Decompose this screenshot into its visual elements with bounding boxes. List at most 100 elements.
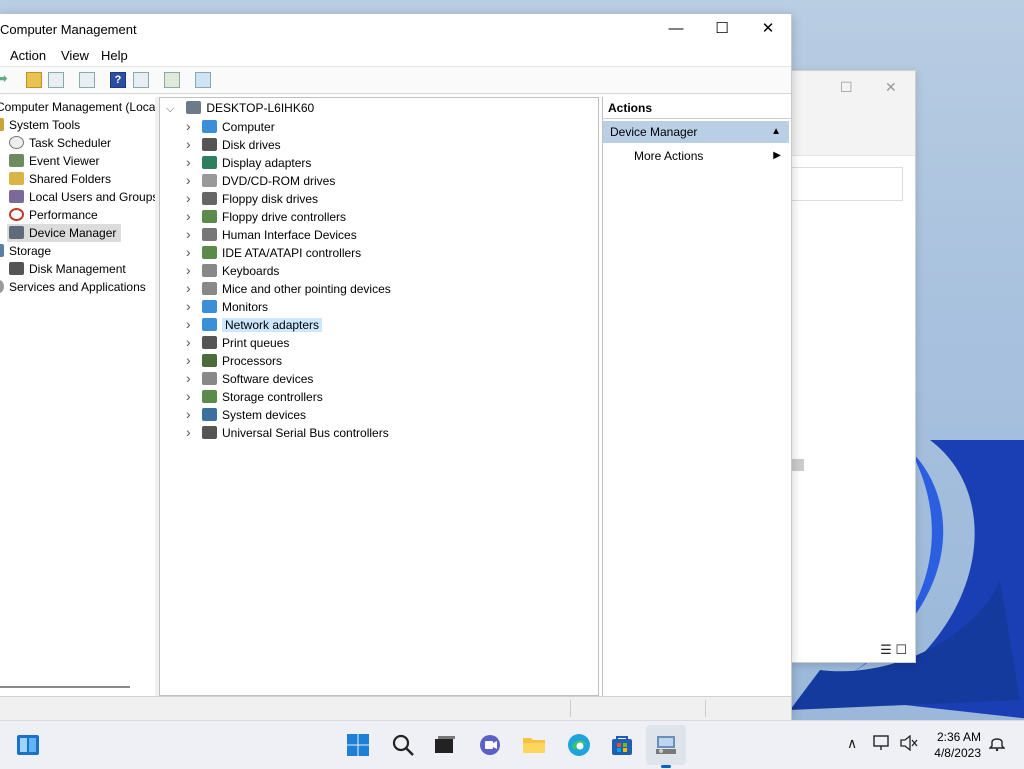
chevron-right-icon[interactable]: › <box>186 225 202 243</box>
computer-management-taskbar-icon[interactable] <box>654 733 678 757</box>
chevron-right-icon[interactable]: › <box>186 189 202 207</box>
console-tree-pane: Computer Management (Local System Tools … <box>0 97 156 696</box>
search-icon[interactable] <box>391 733 415 757</box>
clock-time: 2:36 AM <box>936 730 981 744</box>
bg-maximize-button[interactable]: ☐ <box>840 79 853 96</box>
device-root-node[interactable]: ⌵ DESKTOP-L6IHK60 <box>166 99 314 117</box>
menu-action[interactable]: Action <box>10 48 46 63</box>
tree-item-services-applications[interactable]: Services and Applications <box>0 278 146 296</box>
chevron-right-icon[interactable]: › <box>186 153 202 171</box>
menu-view[interactable]: View <box>61 48 89 63</box>
scan-hardware-icon[interactable] <box>164 72 180 88</box>
tree-item-task-scheduler[interactable]: Task Scheduler <box>9 134 111 152</box>
tree-item-computer-management[interactable]: Computer Management (Local <box>0 98 155 116</box>
background-window[interactable]: ☐ ✕ ☰ ☐ <box>791 70 916 663</box>
tree-item-disk-management[interactable]: Disk Management <box>9 260 126 278</box>
chevron-right-icon[interactable]: › <box>186 171 202 189</box>
tree-item-shared-folders[interactable]: Shared Folders <box>9 170 111 188</box>
left-pane-horizontal-scrollbar[interactable] <box>0 686 130 688</box>
clock-icon <box>9 136 24 149</box>
device-category-item[interactable]: › Keyboards <box>186 261 279 279</box>
forward-arrow-icon[interactable]: ➡ <box>0 70 12 86</box>
device-category-item[interactable]: › System devices <box>186 405 306 423</box>
chevron-right-icon[interactable]: › <box>186 117 202 135</box>
device-category-item[interactable]: › Processors <box>186 351 282 369</box>
chevron-right-icon[interactable]: › <box>186 135 202 153</box>
device-category-item[interactable]: › Storage controllers <box>186 387 323 405</box>
computer-view-icon[interactable] <box>195 72 211 88</box>
minimize-button[interactable]: — <box>653 18 699 40</box>
network-status-icon[interactable] <box>873 735 891 751</box>
toolbar: ➡ ? <box>0 66 791 94</box>
tree-item-label: Storage <box>9 244 52 258</box>
device-category-item[interactable]: › IDE ATA/ATAPI controllers <box>186 243 361 261</box>
start-icon[interactable] <box>346 733 370 757</box>
notification-icon[interactable] <box>989 735 1005 751</box>
properties-icon[interactable] <box>79 72 95 88</box>
tree-item-storage[interactable]: Storage <box>0 242 51 260</box>
edge-browser-icon[interactable] <box>567 733 591 757</box>
software-device-icon <box>202 372 217 385</box>
chevron-right-icon[interactable]: › <box>186 207 202 225</box>
device-category-item[interactable]: › DVD/CD-ROM drives <box>186 171 335 189</box>
chevron-right-icon[interactable]: › <box>186 243 202 261</box>
chevron-right-icon[interactable]: › <box>186 315 202 333</box>
chevron-right-icon[interactable]: › <box>186 351 202 369</box>
device-category-item[interactable]: › Human Interface Devices <box>186 225 357 243</box>
tree-item-performance[interactable]: Performance <box>9 206 98 224</box>
storage-icon <box>0 244 4 257</box>
task-view-icon[interactable] <box>433 733 457 757</box>
system-clock[interactable]: 2:36 AM 4/8/2023 <box>934 729 981 761</box>
bg-input-field[interactable] <box>792 167 903 201</box>
tree-item-system-tools[interactable]: System Tools <box>0 116 80 134</box>
more-actions-link[interactable]: More Actions <box>634 147 703 165</box>
bg-scroll-thumb[interactable] <box>792 459 804 471</box>
device-category-item[interactable]: › Display adapters <box>186 153 311 171</box>
device-category-item[interactable]: › Floppy disk drives <box>186 189 318 207</box>
bg-close-button[interactable]: ✕ <box>885 79 897 96</box>
up-folder-icon[interactable] <box>26 72 42 88</box>
show-hidden-icons-chevron[interactable]: ∧ <box>847 735 857 752</box>
floppy-icon <box>202 192 217 205</box>
chevron-right-icon[interactable]: › <box>186 423 202 441</box>
device-category-item[interactable]: › Software devices <box>186 369 313 387</box>
bg-view-icons[interactable]: ☰ ☐ <box>880 642 907 658</box>
device-category-label: Storage controllers <box>222 390 323 404</box>
actions-section-device-manager[interactable]: Device Manager ▲ <box>603 121 789 143</box>
chevron-right-icon[interactable]: › <box>186 261 202 279</box>
ide-icon <box>202 246 217 259</box>
chevron-right-icon[interactable]: › <box>186 405 202 423</box>
tree-item-device-manager[interactable]: Device Manager <box>7 224 121 242</box>
chevron-right-icon[interactable]: › <box>186 333 202 351</box>
tree-item-event-viewer[interactable]: Event Viewer <box>9 152 99 170</box>
chevron-right-icon[interactable]: › <box>186 297 202 315</box>
menu-help[interactable]: Help <box>101 48 128 63</box>
chevron-right-icon[interactable]: › <box>186 369 202 387</box>
microsoft-store-icon[interactable] <box>610 733 634 757</box>
teams-chat-icon[interactable] <box>478 733 502 757</box>
collapse-triangle-icon[interactable]: ▲ <box>771 121 781 143</box>
device-category-item[interactable]: › Mice and other pointing devices <box>186 279 391 297</box>
widgets-icon[interactable] <box>16 733 40 757</box>
device-category-item[interactable]: › Computer <box>186 117 275 135</box>
chevron-right-icon[interactable]: › <box>186 279 202 297</box>
tree-item-label: Shared Folders <box>29 172 112 186</box>
tree-item-label: Event Viewer <box>29 154 100 168</box>
device-category-item[interactable]: › Monitors <box>186 297 268 315</box>
device-category-item[interactable]: › Print queues <box>186 333 289 351</box>
chevron-right-icon[interactable]: › <box>186 387 202 405</box>
device-category-item[interactable]: › Universal Serial Bus controllers <box>186 423 389 441</box>
close-button[interactable]: ✕ <box>745 18 791 40</box>
help-icon[interactable]: ? <box>110 72 126 88</box>
tree-item-local-users[interactable]: Local Users and Groups <box>9 188 155 206</box>
device-category-item[interactable]: › Network adapters <box>186 315 323 333</box>
show-hide-tree-icon[interactable] <box>48 72 64 88</box>
submenu-arrow-icon[interactable]: ▶ <box>773 147 781 165</box>
maximize-button[interactable]: ☐ <box>699 18 745 40</box>
volume-muted-icon[interactable] <box>900 735 918 751</box>
device-category-item[interactable]: › Disk drives <box>186 135 281 153</box>
chevron-down-icon[interactable]: ⌵ <box>166 103 174 115</box>
device-category-item[interactable]: › Floppy drive controllers <box>186 207 346 225</box>
show-action-pane-icon[interactable] <box>133 72 149 88</box>
file-explorer-icon[interactable] <box>522 733 546 757</box>
